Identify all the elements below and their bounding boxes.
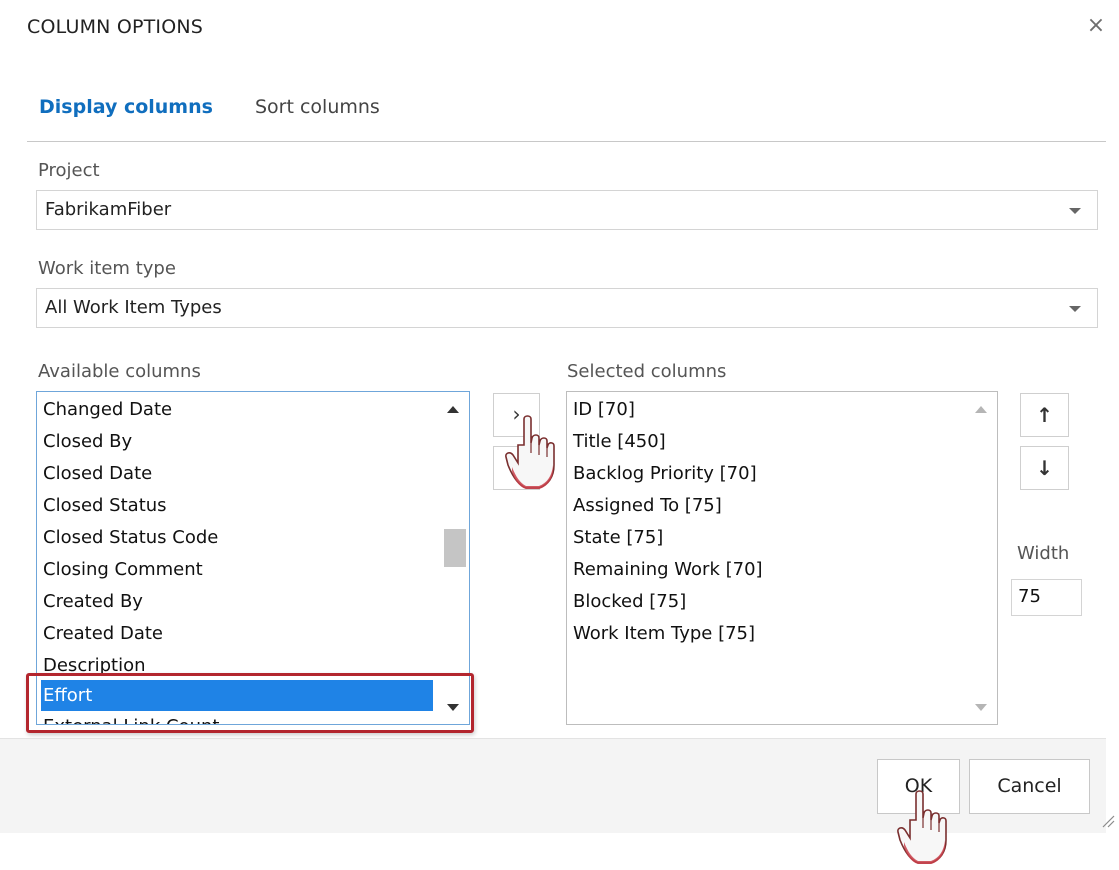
selected-columns-label: Selected columns — [567, 361, 727, 382]
available-columns-label: Available columns — [38, 361, 201, 382]
effort-callout-outline — [26, 673, 474, 733]
scroll-up-arrow-icon[interactable] — [447, 406, 459, 413]
list-item[interactable]: Backlog Priority [70] — [571, 458, 757, 489]
work-item-type-select[interactable]: All Work Item Types — [36, 288, 1098, 328]
list-item[interactable]: ID [70] — [571, 394, 635, 425]
dialog-title: COLUMN OPTIONS — [27, 16, 204, 38]
project-select[interactable]: FabrikamFiber — [36, 190, 1098, 230]
list-item[interactable]: Work Item Type [75] — [571, 618, 755, 649]
tab-sort-columns[interactable]: Sort columns — [255, 96, 380, 118]
list-item[interactable]: Created By — [41, 586, 143, 617]
selected-columns-list[interactable]: ID [70] Title [450] Backlog Priority [70… — [566, 391, 998, 725]
list-item[interactable]: Blocked [75] — [571, 586, 686, 617]
list-item[interactable]: Closed Date — [41, 458, 152, 489]
scroll-up-arrow-icon[interactable] — [975, 406, 987, 413]
list-item[interactable]: Remaining Work [70] — [571, 554, 763, 585]
project-select-value: FabrikamFiber — [45, 199, 172, 220]
move-up-button[interactable]: ↑ — [1020, 393, 1069, 437]
cancel-button[interactable]: Cancel — [969, 759, 1090, 814]
move-down-button[interactable]: ↓ — [1020, 446, 1069, 490]
work-item-type-label: Work item type — [38, 258, 176, 279]
list-item[interactable]: Created Date — [41, 618, 163, 649]
selected-columns-scrollbar[interactable] — [966, 393, 996, 724]
list-item[interactable]: Assigned To [75] — [571, 490, 722, 521]
list-item[interactable]: Title [450] — [571, 426, 666, 457]
width-label: Width — [1017, 543, 1070, 564]
tab-display-columns[interactable]: Display columns — [39, 96, 213, 118]
project-label: Project — [38, 160, 100, 181]
width-input[interactable]: 75 — [1011, 579, 1082, 616]
chevron-down-icon — [1069, 306, 1081, 312]
work-item-type-select-value: All Work Item Types — [45, 297, 222, 318]
hand-pointer-icon — [505, 415, 555, 489]
close-icon[interactable]: × — [1084, 14, 1108, 38]
scroll-thumb[interactable] — [444, 529, 466, 567]
resize-grip-icon[interactable] — [1099, 812, 1115, 828]
list-item[interactable]: Changed Date — [41, 394, 172, 425]
tabs-divider — [27, 141, 1106, 142]
list-item[interactable]: Closing Comment — [41, 554, 203, 585]
list-item[interactable]: Closed Status — [41, 490, 167, 521]
list-item[interactable]: Closed Status Code — [41, 522, 218, 553]
hand-pointer-icon — [897, 790, 947, 864]
chevron-down-icon — [1069, 208, 1081, 214]
list-item[interactable]: Closed By — [41, 426, 132, 457]
scroll-down-arrow-icon[interactable] — [975, 704, 987, 711]
list-item[interactable]: State [75] — [571, 522, 663, 553]
